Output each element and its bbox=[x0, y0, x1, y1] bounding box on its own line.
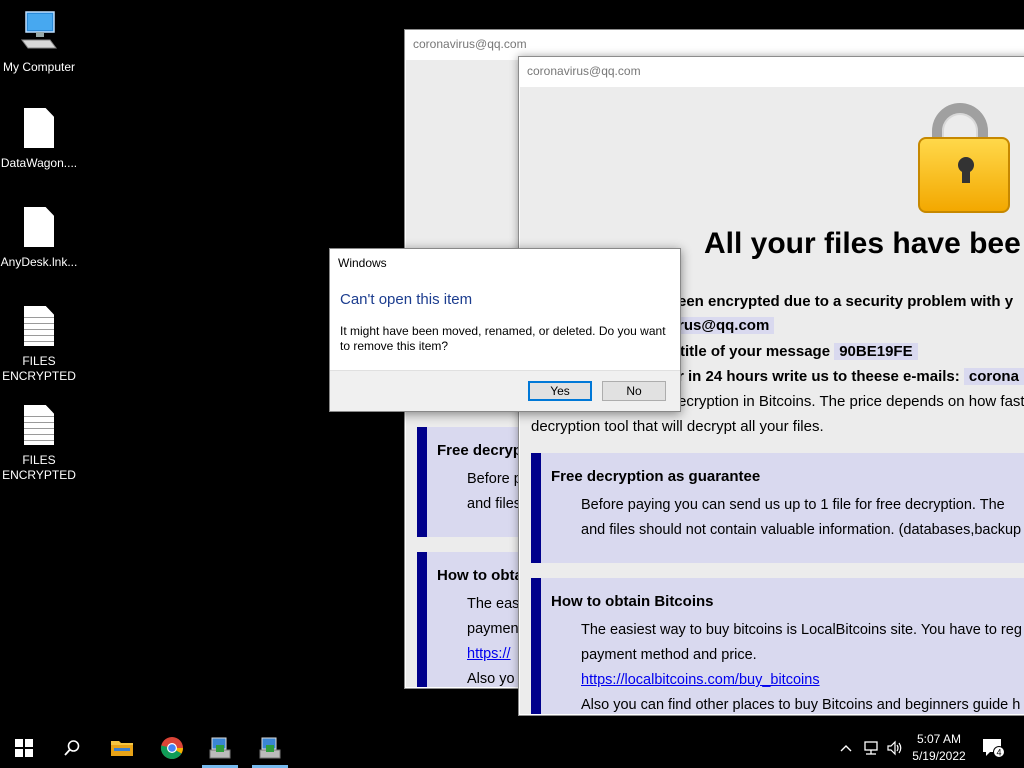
network-icon bbox=[864, 741, 878, 755]
search-button[interactable] bbox=[48, 728, 96, 768]
free-decryption-panel: Free decryption as guarantee Before payi… bbox=[531, 453, 1024, 563]
dialog-footer: Yes No bbox=[330, 370, 680, 411]
panel-line: The easiest way to buy bitcoins is Local… bbox=[581, 622, 1022, 638]
chrome-icon bbox=[160, 737, 183, 759]
folder-icon bbox=[111, 741, 133, 756]
panel-link[interactable]: https:// bbox=[467, 646, 511, 662]
desktop: My Computer DataWagon.... AnyDesk.lnk...… bbox=[0, 0, 1024, 728]
panel-heading: Free decryption as guarantee bbox=[551, 468, 761, 485]
desktop-icon-files-encrypted-2[interactable]: FILES ENCRYPTED bbox=[0, 405, 78, 483]
panel-line: paymen bbox=[467, 621, 519, 637]
panel-heading: How to obta bbox=[437, 567, 523, 584]
file-icon bbox=[24, 207, 54, 247]
panel-line: The eas bbox=[467, 596, 520, 612]
yes-button[interactable]: Yes bbox=[528, 381, 592, 401]
panel-line: Before p bbox=[467, 471, 522, 487]
window-title: coronavirus@qq.com bbox=[405, 30, 1024, 58]
desktop-icon-anydesk[interactable]: AnyDesk.lnk... bbox=[0, 207, 78, 270]
desktop-icon-datawagon[interactable]: DataWagon.... bbox=[0, 108, 78, 171]
search-icon bbox=[64, 740, 80, 756]
no-button[interactable]: No bbox=[602, 381, 666, 401]
line4-text: r in 24 hours write us to theese e-mails… bbox=[678, 368, 960, 385]
tray-overflow[interactable] bbox=[838, 728, 854, 768]
window-title: coronavirus@qq.com bbox=[519, 57, 1024, 85]
cant-open-dialog[interactable]: Windows Can't open this item It might ha… bbox=[329, 248, 681, 412]
desktop-icon-files-encrypted-1[interactable]: FILES ENCRYPTED bbox=[0, 306, 78, 384]
panel-link: https://localbitcoins.com/buy_bitcoins bbox=[581, 672, 820, 688]
dialog-heading: Can't open this item bbox=[340, 291, 473, 308]
panel-line: Also you can find other places to buy Bi… bbox=[581, 697, 1021, 713]
bitcoin-link[interactable]: https:// bbox=[467, 646, 511, 662]
ransom-id-line: title of your message 90BE19FE bbox=[680, 343, 918, 360]
chevron-up-icon bbox=[840, 745, 852, 752]
desktop-icon-label: AnyDesk.lnk... bbox=[0, 255, 78, 269]
ransom-line-5: ecryption in Bitcoins. The price depends… bbox=[678, 393, 1024, 410]
panel-line: Also yo bbox=[467, 671, 515, 687]
clock-time: 5:07 AM bbox=[916, 732, 962, 746]
installer-icon bbox=[209, 737, 231, 759]
desktop-icon-label: My Computer bbox=[2, 60, 76, 74]
panel-line: and files bbox=[467, 496, 522, 512]
dialog-message: It might have been moved, renamed, or de… bbox=[340, 324, 666, 353]
desktop-icon-label: DataWagon.... bbox=[0, 156, 78, 170]
contact-email[interactable]: corona bbox=[963, 368, 1024, 385]
how-to-obtain-panel: How to obtain Bitcoins The easiest way t… bbox=[531, 578, 1024, 714]
taskbar-chrome[interactable] bbox=[148, 728, 196, 768]
id-line-text: title of your message bbox=[680, 343, 831, 360]
ransom-line-4: r in 24 hours write us to theese e-mails… bbox=[678, 368, 1024, 385]
start-button[interactable] bbox=[0, 728, 48, 768]
desktop-icon-label: FILES ENCRYPTED bbox=[2, 453, 76, 482]
notification-count: 4 bbox=[996, 748, 1001, 758]
action-center-button[interactable]: 4 bbox=[978, 728, 1008, 768]
desktop-icon-my-computer[interactable]: My Computer bbox=[0, 10, 78, 75]
localbitcoins-link[interactable]: https://localbitcoins.com/buy_bitcoins bbox=[581, 672, 820, 688]
taskbar-file-explorer[interactable] bbox=[98, 728, 146, 768]
ransom-line-1: een encrypted due to a security problem … bbox=[678, 293, 1014, 310]
installer-icon bbox=[259, 737, 281, 759]
taskbar-app-1[interactable] bbox=[198, 728, 242, 768]
tray-clock[interactable]: 5:07 AM 5/19/2022 bbox=[908, 731, 970, 765]
id-code[interactable]: 90BE19FE bbox=[834, 343, 918, 360]
computer-icon bbox=[21, 11, 57, 49]
ransom-line-6: decryption tool that will decrypt all yo… bbox=[531, 418, 824, 435]
notification-icon: 4 bbox=[983, 739, 1004, 758]
taskbar-app-2[interactable] bbox=[248, 728, 292, 768]
ransom-headline: All your files have bee bbox=[704, 227, 1021, 260]
dialog-title: Windows bbox=[338, 256, 387, 270]
tray-network[interactable] bbox=[860, 728, 882, 768]
panel-line: Before paying you can send us up to 1 fi… bbox=[581, 497, 1005, 513]
text-file-icon bbox=[24, 405, 54, 445]
taskbar: 5:07 AM 5/19/2022 4 bbox=[0, 728, 1024, 768]
speaker-icon bbox=[887, 740, 902, 756]
panel-heading: Free decryp bbox=[437, 442, 523, 459]
ransom-email[interactable]: rus@qq.com bbox=[673, 317, 775, 334]
panel-line: payment method and price. bbox=[581, 647, 757, 663]
panel-line: and files should not contain valuable in… bbox=[581, 522, 1022, 538]
text-file-icon bbox=[24, 306, 54, 346]
panel-heading: How to obtain Bitcoins bbox=[551, 593, 714, 610]
clock-date: 5/19/2022 bbox=[912, 749, 966, 763]
ransom-email-line: rus@qq.com bbox=[673, 317, 775, 334]
padlock-icon bbox=[918, 103, 1010, 213]
file-icon bbox=[24, 108, 54, 148]
desktop-icon-label: FILES ENCRYPTED bbox=[2, 354, 76, 383]
tray-volume[interactable] bbox=[884, 728, 906, 768]
windows-logo-icon bbox=[15, 739, 33, 757]
